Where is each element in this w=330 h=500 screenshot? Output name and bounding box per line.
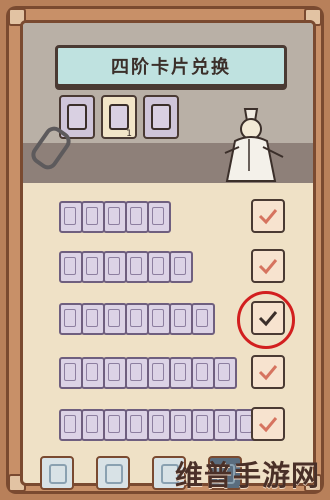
- card-icon: [103, 303, 127, 335]
- card-icon: [125, 303, 149, 335]
- panel-header: 四阶卡片兑换 1: [23, 23, 313, 183]
- check-icon: [258, 259, 278, 275]
- card-icon: [213, 357, 237, 389]
- page-title: 四阶卡片兑换: [111, 57, 231, 78]
- card-icon: [81, 357, 105, 389]
- exchange-row: [39, 291, 301, 349]
- tab-card-3[interactable]: [143, 95, 179, 139]
- card-icon: [125, 409, 149, 441]
- card-icon: [103, 357, 127, 389]
- highlight-circle: [237, 291, 295, 349]
- exchange-row: [39, 247, 301, 283]
- card-icon: [151, 104, 171, 130]
- card-icon: [109, 104, 129, 130]
- card-stack: [59, 357, 237, 389]
- card-icon: [59, 201, 83, 233]
- card-tabs: 1: [59, 95, 179, 139]
- exchange-panel: 四阶卡片兑换 1: [20, 20, 316, 486]
- check-icon: [258, 417, 278, 433]
- tab-card-2[interactable]: 1: [101, 95, 137, 139]
- card-icon: [169, 357, 193, 389]
- card-stack: [59, 251, 193, 283]
- card-icon: [147, 251, 171, 283]
- card-icon: [191, 303, 215, 335]
- card-icon: [67, 104, 87, 130]
- check-icon: [258, 365, 278, 381]
- card-icon: [81, 251, 105, 283]
- exchange-confirm-button[interactable]: [251, 249, 285, 283]
- card-icon: [81, 201, 105, 233]
- card-icon: [169, 251, 193, 283]
- card-icon: [125, 251, 149, 283]
- bottom-slot[interactable]: [40, 456, 74, 490]
- card-icon: [169, 303, 193, 335]
- card-icon: [147, 303, 171, 335]
- card-icon: [81, 409, 105, 441]
- card-stack: [59, 303, 215, 335]
- card-icon: [103, 251, 127, 283]
- exchange-confirm-button[interactable]: [251, 199, 285, 233]
- card-icon: [105, 464, 123, 484]
- tab-count: 1: [126, 129, 132, 139]
- card-icon: [191, 409, 215, 441]
- card-icon: [103, 201, 127, 233]
- card-icon: [81, 303, 105, 335]
- card-icon: [191, 357, 215, 389]
- card-icon: [49, 464, 67, 484]
- card-icon: [59, 303, 83, 335]
- card-icon: [213, 409, 237, 441]
- card-icon: [125, 357, 149, 389]
- exchange-row: [39, 197, 301, 233]
- card-icon: [59, 409, 83, 441]
- exchange-row: [39, 353, 301, 389]
- card-icon: [147, 409, 171, 441]
- bottom-slot[interactable]: [96, 456, 130, 490]
- hero-illustration: [224, 108, 284, 182]
- card-icon: [147, 201, 171, 233]
- card-icon: [103, 409, 127, 441]
- card-stack: [59, 409, 259, 441]
- card-icon: [147, 357, 171, 389]
- card-icon: [169, 409, 193, 441]
- card-icon: [125, 201, 149, 233]
- check-icon: [258, 209, 278, 225]
- card-stack: [59, 201, 171, 233]
- watermark-text: 维普手游网: [174, 459, 320, 492]
- title-plate: 四阶卡片兑换: [55, 45, 287, 87]
- exchange-confirm-button[interactable]: [251, 407, 285, 441]
- exchange-confirm-button[interactable]: [251, 355, 285, 389]
- exchange-row: [39, 405, 301, 441]
- card-icon: [59, 357, 83, 389]
- card-icon: [59, 251, 83, 283]
